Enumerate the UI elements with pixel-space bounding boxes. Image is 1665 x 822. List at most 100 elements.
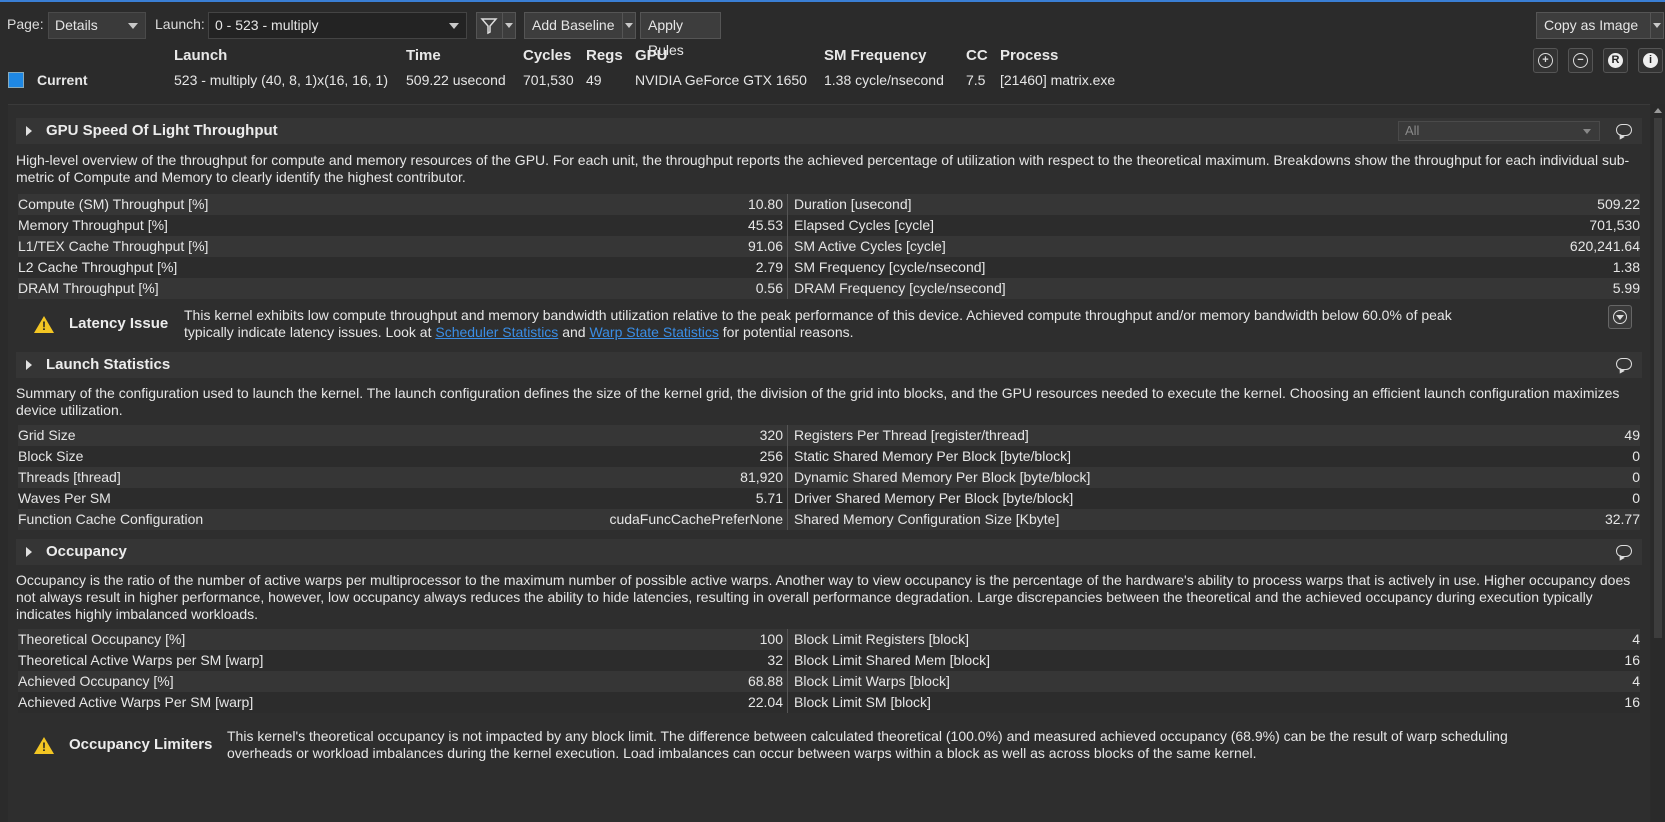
metric-value: 22.04 [747, 694, 783, 710]
issue-text: for potential reasons. [718, 324, 854, 340]
add-baseline-button[interactable]: Add Baseline [524, 12, 636, 39]
table-row: DRAM Throughput [%] 0.56 DRAM Frequency [c… [18, 278, 1640, 299]
column-divider [787, 467, 788, 488]
metric-name: L2 Cache Throughput [%] [18, 259, 178, 275]
column-divider [787, 278, 788, 299]
table-row: L1/TEX Cache Throughput [%] 91.06 SM Activ… [18, 236, 1640, 257]
scrollbar-thumb[interactable] [1654, 118, 1662, 638]
chevron-down-icon[interactable] [1650, 13, 1663, 38]
comment-icon[interactable] [1616, 358, 1632, 370]
metric-value: 16 [1624, 694, 1640, 710]
zoom-out-button[interactable]: − [1568, 48, 1593, 73]
section-description: High-level overview of the throughput fo… [16, 152, 1630, 185]
current-process: [21460] matrix.exe [1000, 72, 1116, 88]
comment-icon[interactable] [1616, 124, 1632, 136]
col-cycles: Cycles [523, 47, 572, 64]
info-icon: i [1643, 53, 1658, 68]
metric-name: Block Limit Registers [block] [794, 631, 970, 647]
section-title: Launch Statistics [46, 356, 171, 373]
metric-name: Block Limit Warps [block] [794, 673, 950, 689]
warp-state-statistics-link[interactable]: Warp State Statistics [589, 324, 718, 340]
col-time: Time [406, 47, 441, 64]
metric-value: 1.38 [1612, 259, 1640, 275]
metric-name: Theoretical Active Warps per SM [warp] [18, 652, 264, 668]
metric-name: Achieved Occupancy [%] [18, 673, 174, 689]
chevron-down-icon [1583, 129, 1591, 134]
column-divider [787, 194, 788, 215]
metric-name: Memory Throughput [%] [18, 217, 168, 233]
metric-name: Compute (SM) Throughput [%] [18, 196, 209, 212]
metric-value: 5.99 [1612, 280, 1640, 296]
column-divider [787, 650, 788, 671]
metric-value: 509.22 [1597, 196, 1640, 212]
launch-label: Launch: [155, 16, 205, 32]
current-time: 509.22 usecond [406, 72, 506, 88]
metric-value: 2.79 [755, 259, 783, 275]
section-header-launch[interactable]: Launch Statistics [16, 352, 1642, 378]
column-divider [787, 236, 788, 257]
metric-value: 0 [1632, 490, 1640, 506]
expand-triangle-icon[interactable] [26, 547, 32, 557]
chevron-down-icon[interactable] [502, 13, 515, 38]
table-row: Achieved Occupancy [%] 68.88 Block Limit W… [18, 671, 1640, 692]
zoom-in-button[interactable]: + [1533, 48, 1558, 73]
current-cycles: 701,530 [523, 72, 574, 88]
metric-name: Dynamic Shared Memory Per Block [byte/bl… [794, 469, 1091, 485]
column-divider [787, 509, 788, 530]
metric-value: 68.88 [747, 673, 783, 689]
section-title: GPU Speed Of Light Throughput [46, 122, 278, 139]
expand-triangle-icon[interactable] [26, 360, 32, 370]
metric-name: SM Frequency [cycle/nsecond] [794, 259, 986, 275]
sol-metrics-table: Compute (SM) Throughput [%] 10.80 Duration… [18, 194, 1640, 299]
issue-text: typically indicate latency issues. Look … [184, 324, 436, 340]
current-regs: 49 [586, 72, 602, 88]
current-label: Current [37, 72, 88, 88]
issue-text-line2: typically indicate latency issues. Look … [184, 324, 854, 341]
scroll-up-icon[interactable] [1654, 108, 1662, 113]
rules-button[interactable]: R [1603, 48, 1628, 73]
copy-as-image-button[interactable]: Copy as Image [1536, 12, 1664, 39]
filter-button[interactable] [476, 12, 516, 39]
metric-name: Elapsed Cycles [cycle] [794, 217, 935, 233]
page-select-value: Details [55, 17, 98, 33]
launch-select[interactable]: 0 - 523 - multiply [208, 12, 467, 39]
current-gpu: NVIDIA GeForce GTX 1650 [635, 72, 807, 88]
metric-name: Function Cache Configuration [18, 511, 204, 527]
col-process: Process [1000, 47, 1059, 64]
section-title: Occupancy [46, 543, 127, 560]
section-header-occupancy[interactable]: Occupancy [16, 539, 1642, 565]
launch-select-value: 0 - 523 - multiply [215, 17, 319, 33]
metric-name: SM Active Cycles [cycle] [794, 238, 946, 254]
warning-icon [34, 316, 54, 333]
page-select[interactable]: Details [48, 12, 146, 39]
comment-icon[interactable] [1616, 545, 1632, 557]
issue-text-line1: This kernel's theoretical occupancy is n… [227, 728, 1508, 744]
chevron-down-icon [1613, 310, 1627, 324]
metric-value: 81,920 [740, 469, 783, 485]
copy-as-image-label: Copy as Image [1544, 17, 1639, 33]
apply-rules-button[interactable]: Apply Rules [640, 12, 721, 58]
chevron-down-icon [449, 23, 459, 29]
table-row: L2 Cache Throughput [%] 2.79 SM Frequency … [18, 257, 1640, 278]
current-cc: 7.5 [966, 72, 986, 88]
chevron-down-icon[interactable] [622, 13, 635, 38]
zoom-in-icon: + [1538, 53, 1553, 68]
expand-issue-button[interactable] [1608, 305, 1632, 329]
vertical-scrollbar[interactable] [1651, 104, 1665, 822]
metric-name: Duration [usecond] [794, 196, 912, 212]
scheduler-statistics-link[interactable]: Scheduler Statistics [435, 324, 558, 340]
occupancy-metrics-table: Theoretical Occupancy [%] 100 Block Limit … [18, 629, 1640, 713]
column-divider [787, 629, 788, 650]
table-row: Function Cache Configuration cudaFuncCach… [18, 509, 1640, 530]
toolbar: Page: Details Launch: 0 - 523 - multiply… [0, 12, 1665, 58]
expand-triangle-icon[interactable] [26, 126, 32, 136]
section-header-sol[interactable]: GPU Speed Of Light Throughput All [16, 118, 1642, 144]
table-row: Waves Per SM 5.71 Driver Shared Memory Per… [18, 488, 1640, 509]
info-button[interactable]: i [1638, 48, 1663, 73]
column-divider [787, 488, 788, 509]
metric-filter-select[interactable]: All [1398, 121, 1600, 141]
current-color-swatch[interactable] [8, 72, 24, 88]
col-gpu: GPU [635, 47, 668, 64]
metric-name: Block Size [18, 448, 84, 464]
metric-name: Achieved Active Warps Per SM [warp] [18, 694, 254, 710]
